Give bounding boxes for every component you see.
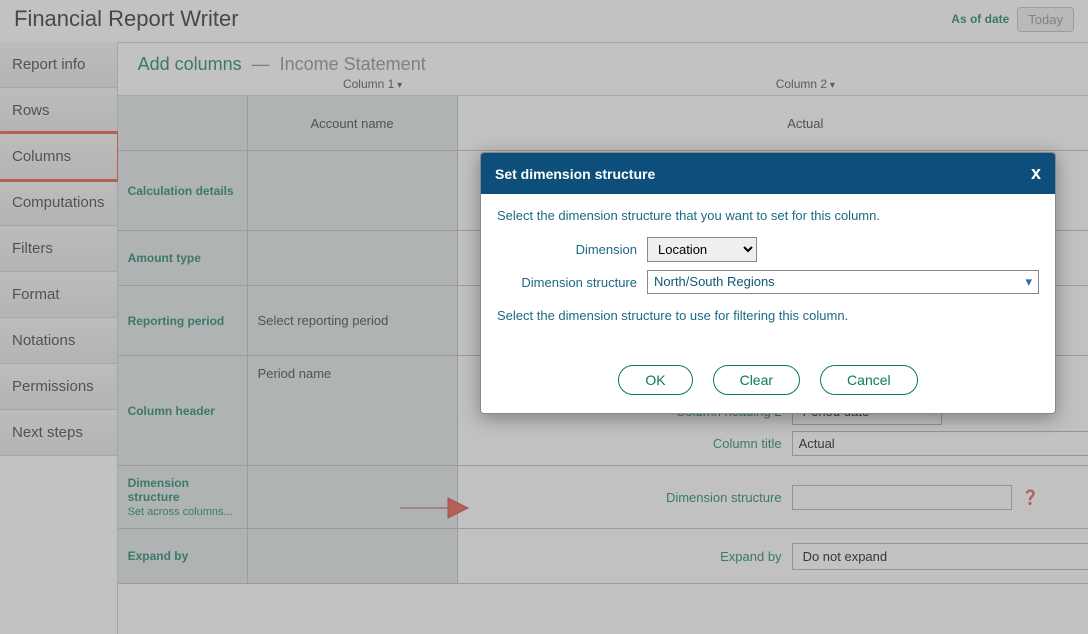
modal-footer: OK Clear Cancel (481, 351, 1055, 413)
ok-button[interactable]: OK (618, 365, 692, 395)
modal-intro: Select the dimension structure that you … (497, 208, 1039, 223)
dimension-structure-modal: Set dimension structure x Select the dim… (480, 152, 1056, 414)
modal-dimension-select[interactable]: Location (647, 237, 757, 262)
modal-title: Set dimension structure (495, 166, 655, 182)
chevron-down-icon[interactable]: ▾ (1025, 274, 1032, 290)
close-icon[interactable]: x (1031, 163, 1041, 184)
modal-structure-input[interactable]: North/South Regions ▾ (647, 270, 1039, 294)
modal-structure-label: Dimension structure (497, 275, 637, 290)
modal-hint: Select the dimension structure to use fo… (497, 308, 1039, 323)
cancel-button[interactable]: Cancel (820, 365, 918, 395)
modal-structure-row: Dimension structure North/South Regions … (497, 270, 1039, 294)
modal-body: Select the dimension structure that you … (481, 194, 1055, 351)
modal-structure-value: North/South Regions (654, 274, 775, 289)
modal-header: Set dimension structure x (481, 153, 1055, 194)
clear-button[interactable]: Clear (713, 365, 800, 395)
modal-dimension-label: Dimension (497, 242, 637, 257)
modal-dimension-row: Dimension Location (497, 237, 1039, 262)
